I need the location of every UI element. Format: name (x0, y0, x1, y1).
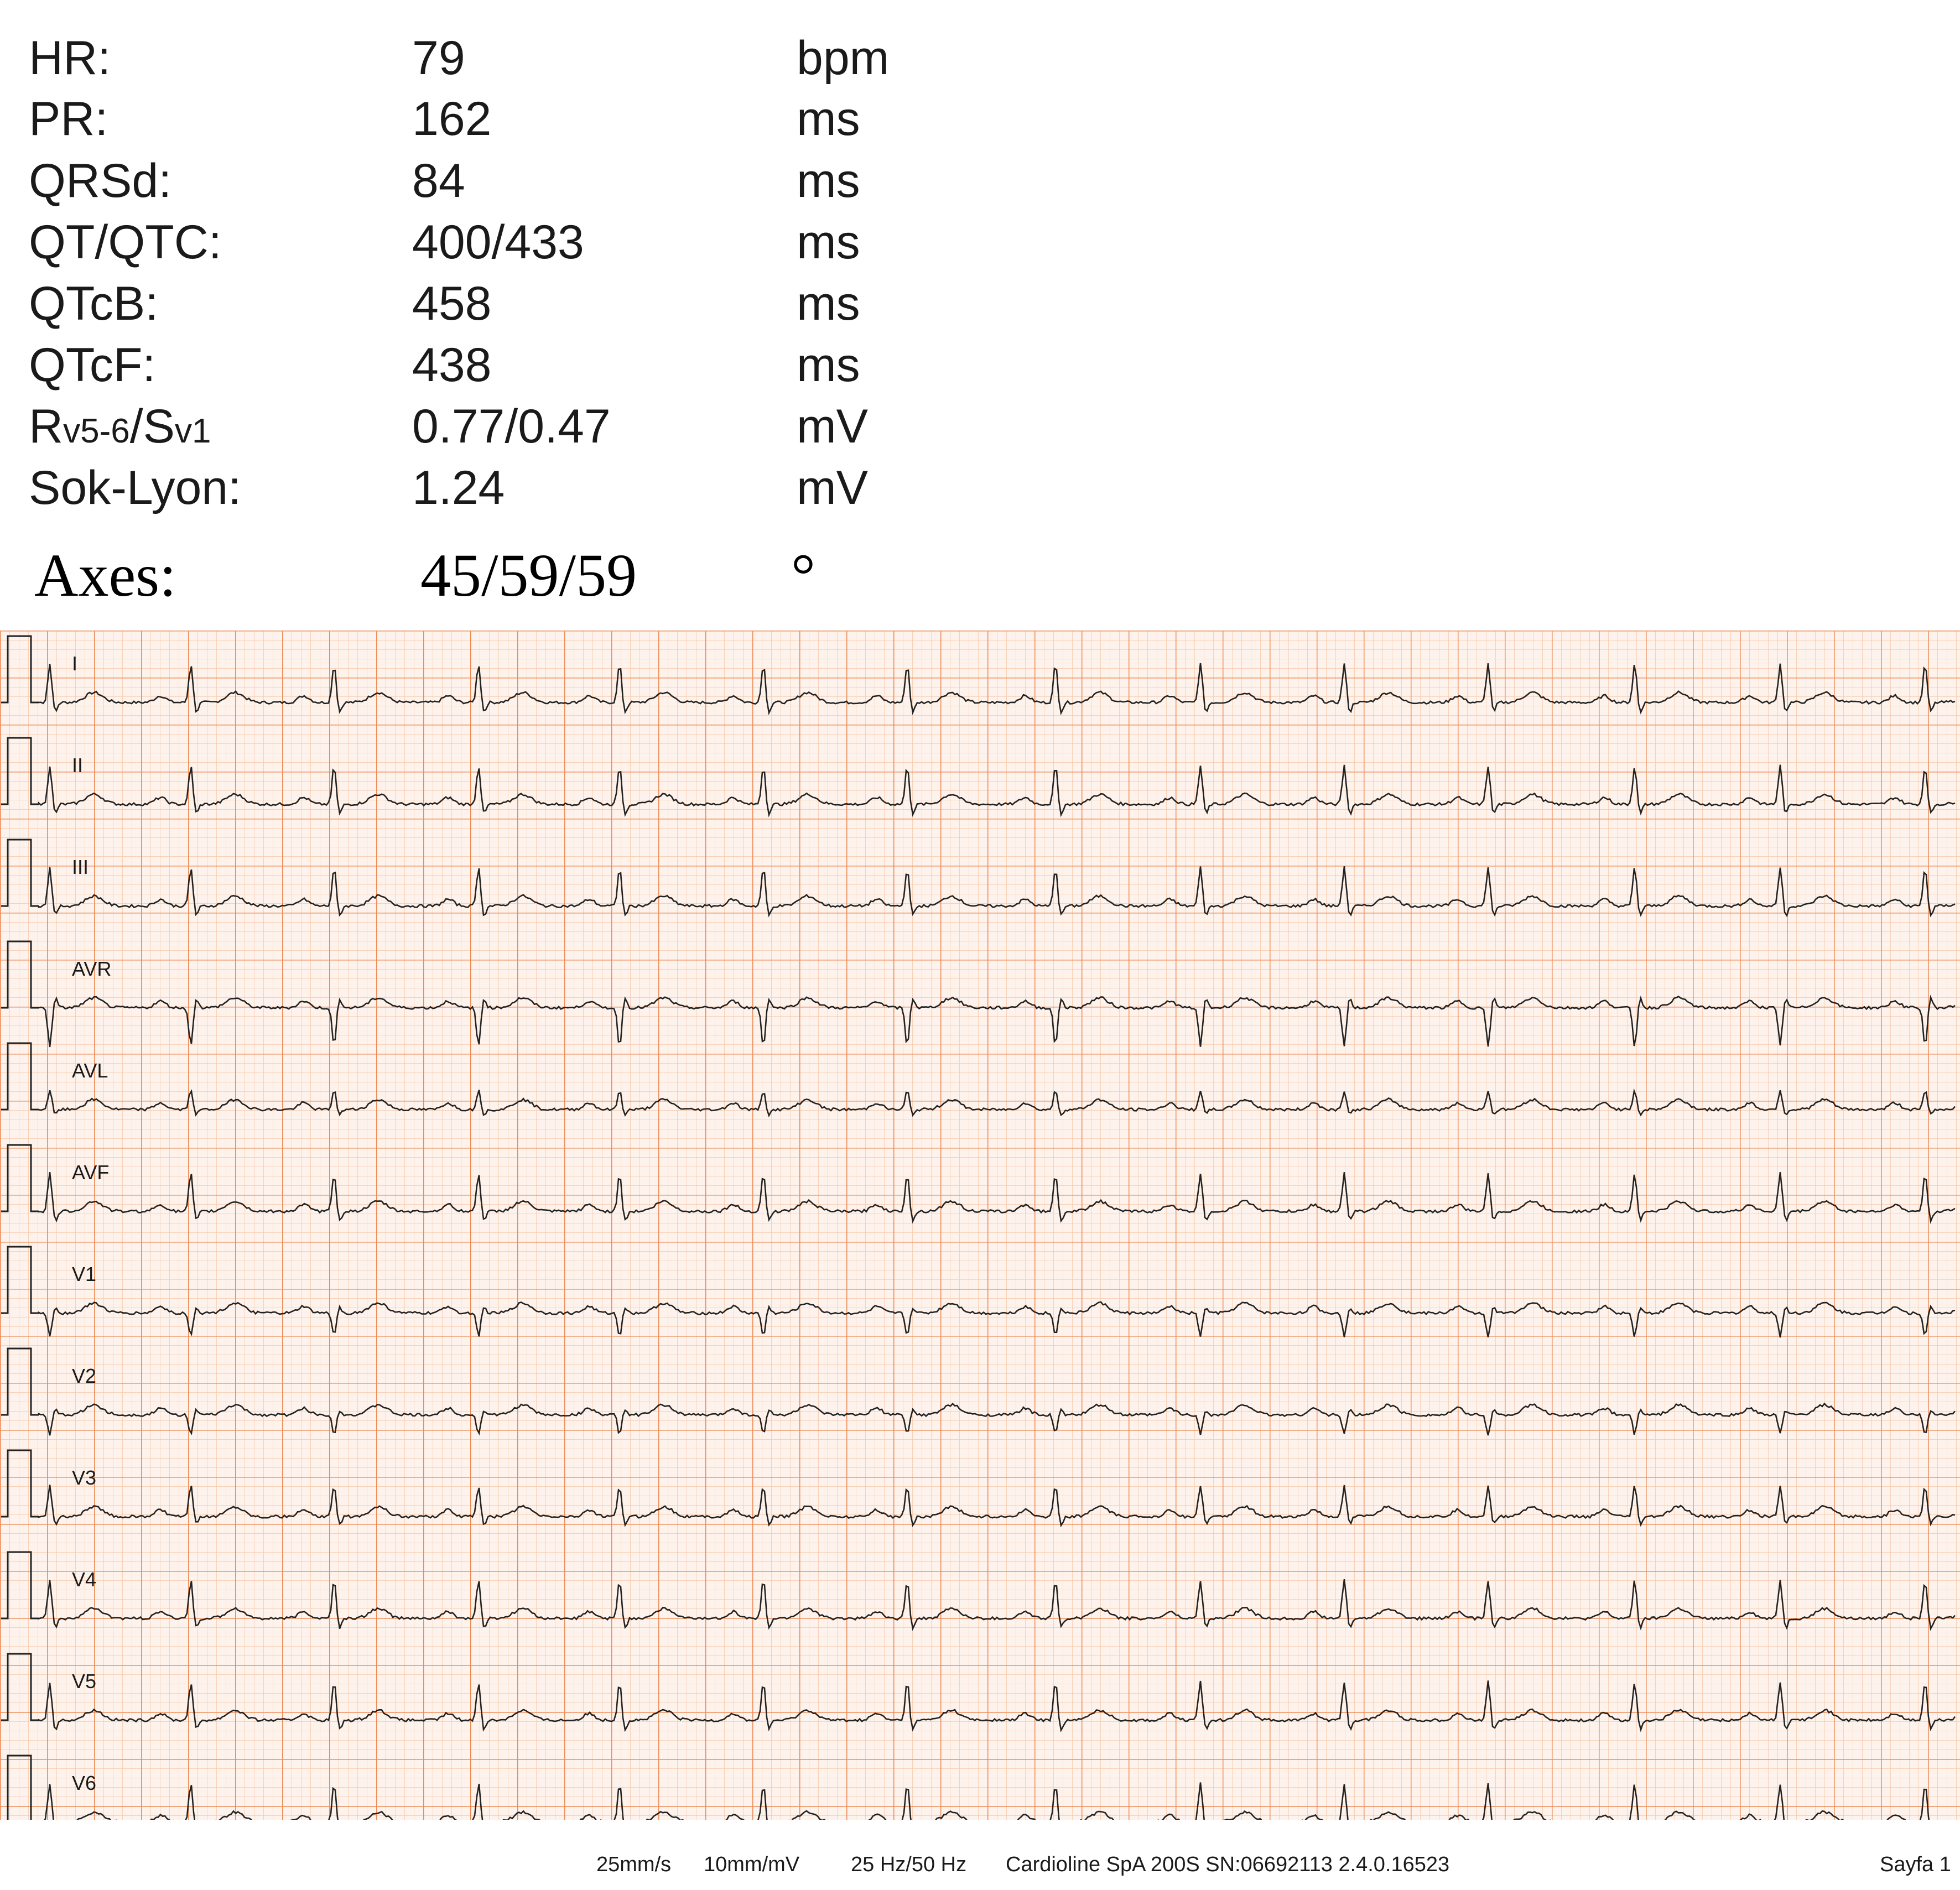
measurement-value: 458 (412, 277, 492, 330)
measurement-unit: ms (797, 277, 860, 330)
measurement-unit: ms (797, 92, 860, 145)
axes-unit: ° (791, 542, 815, 609)
lead-label: V6 (72, 1772, 96, 1794)
measurement-unit: bpm (797, 32, 890, 85)
ecg-grid (0, 631, 1960, 1820)
label-part: v5-6 (63, 412, 130, 450)
measurement-row-hr: HR: 79 bpm (0, 28, 1106, 88)
measurement-row-qt-qtc: QT/QTC: 400/433 ms (0, 212, 1106, 273)
lead-label: I (72, 652, 77, 675)
axes-value: 45/59/59 (420, 542, 637, 609)
lead-label: V2 (72, 1365, 96, 1387)
footer-bar: 25mm/s 10mm/mV 25 Hz/50 Hz Cardioline Sp… (0, 1842, 1960, 1886)
measurement-label: QT/QTC: (29, 216, 222, 269)
measurement-value: 1.24 (412, 461, 505, 514)
measurement-unit: mV (797, 461, 868, 514)
measurement-row-sok-lyon: Sok-Lyon: 1.24 mV (0, 457, 1106, 518)
measurement-unit: ms (797, 154, 860, 207)
footer-speed: 25mm/s (596, 1853, 672, 1876)
footer-filter: 25 Hz/50 Hz (851, 1853, 967, 1876)
measurement-row-qrsd: QRSd: 84 ms (0, 150, 1106, 211)
measurement-unit: ms (797, 216, 860, 269)
label-part: /S (129, 400, 175, 453)
measurement-label: Sok-Lyon: (29, 461, 242, 514)
measurement-label: QRSd: (29, 154, 172, 207)
measurement-row-rv5-6-sv1: Rv5-6/Sv1 0.77/0.47 mV (0, 396, 1106, 457)
measurement-label: QTcB: (29, 277, 159, 330)
measurement-value: 438 (412, 339, 492, 392)
measurement-row-qtcf: QTcF: 438 ms (0, 335, 1106, 395)
measurement-unit: mV (797, 400, 868, 453)
ecg-paper: IIIIIIAVRAVLAVFV1V2V3V4V5V6 (0, 631, 1960, 1820)
measurement-value: 79 (412, 32, 465, 85)
lead-label: AVF (72, 1161, 109, 1184)
footer-gain: 10mm/mV (704, 1853, 800, 1876)
measurement-value: 162 (412, 92, 492, 145)
measurement-label: Rv5-6/Sv1 (29, 396, 211, 462)
measurement-label: HR: (29, 32, 111, 85)
lead-label: AVR (72, 957, 111, 980)
measurement-label: PR: (29, 92, 108, 145)
lead-label: AVL (72, 1059, 108, 1082)
lead-label: III (72, 856, 89, 878)
measurement-value: 400/433 (412, 216, 584, 269)
measurement-value: 84 (412, 154, 465, 207)
measurement-row-axes: Axes: 45/59/59 ° (0, 539, 1106, 611)
measurement-row-pr: PR: 162 ms (0, 88, 1106, 149)
footer-device: Cardioline SpA 200S SN:06692113 2.4.0.16… (1006, 1853, 1450, 1876)
lead-label: V4 (72, 1568, 96, 1591)
label-part: R (29, 400, 64, 453)
lead-label: V1 (72, 1263, 96, 1285)
measurement-unit: ms (797, 339, 860, 392)
measurements-panel: HR: 79 bpm PR: 162 ms QRSd: 84 ms QT/QTC… (0, 0, 1960, 625)
lead-label: II (72, 754, 83, 777)
label-part: v1 (174, 412, 211, 450)
footer-page: Sayfa 1 (1880, 1853, 1951, 1876)
measurement-row-qtcb: QTcB: 458 ms (0, 273, 1106, 334)
axes-label: Axes: (34, 542, 176, 609)
lead-label: V3 (72, 1466, 96, 1489)
lead-label: V5 (72, 1670, 96, 1693)
measurement-label: QTcF: (29, 339, 156, 392)
measurement-value: 0.77/0.47 (412, 400, 611, 453)
